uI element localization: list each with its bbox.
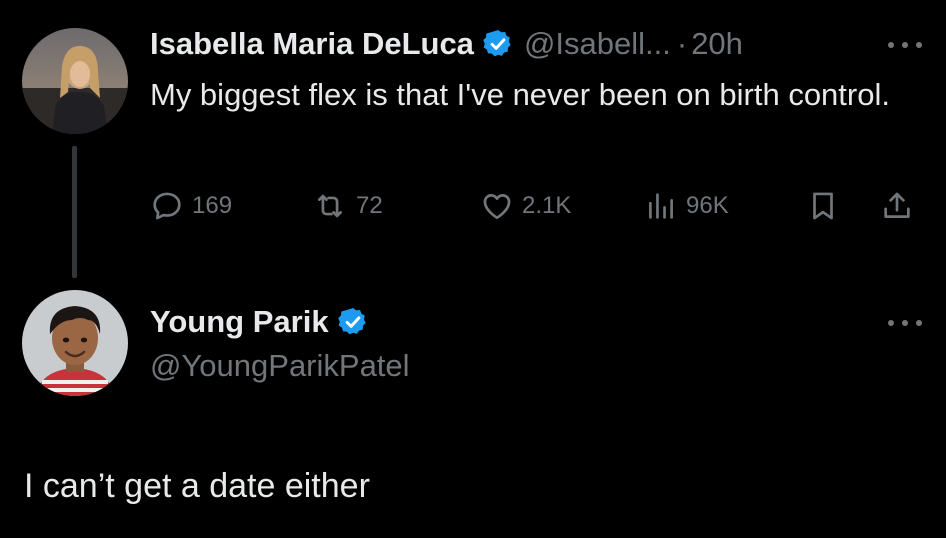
view-count: 96K bbox=[686, 192, 729, 219]
original-tweet-text: My biggest flex is that I've never been … bbox=[150, 77, 890, 112]
share-icon bbox=[880, 189, 914, 223]
thread-connector-line bbox=[72, 146, 77, 278]
more-options-icon[interactable] bbox=[888, 40, 922, 50]
reply-icon bbox=[150, 189, 184, 223]
reply-tweet-header: Young Parik bbox=[150, 302, 379, 342]
more-options-icon[interactable] bbox=[888, 318, 922, 328]
heart-icon bbox=[480, 189, 514, 223]
isabella-avatar[interactable] bbox=[22, 28, 128, 134]
verified-badge-icon bbox=[482, 28, 514, 60]
reply-count: 169 bbox=[192, 192, 233, 219]
separator-dot: · bbox=[676, 26, 688, 61]
share-button[interactable] bbox=[880, 186, 914, 226]
original-tweet-header: Isabella Maria DeLuca @Isabell... · 20h bbox=[150, 24, 743, 64]
reply-author-handle[interactable]: @YoungParikPatel bbox=[150, 346, 410, 386]
reply-author-name[interactable]: Young Parik bbox=[150, 302, 329, 342]
like-button[interactable]: 2.1K bbox=[480, 186, 571, 226]
timestamp[interactable]: 20h bbox=[691, 24, 743, 64]
bookmark-icon bbox=[806, 189, 840, 223]
retweet-count: 72 bbox=[356, 192, 383, 219]
retweet-icon bbox=[312, 189, 348, 223]
analytics-icon bbox=[644, 189, 678, 223]
reply-tweet-text: I can’t get a date either bbox=[24, 467, 370, 505]
verified-badge-icon bbox=[337, 306, 369, 338]
reply-button[interactable]: 169 bbox=[150, 186, 232, 226]
retweet-button[interactable]: 72 bbox=[312, 186, 383, 226]
views-button[interactable]: 96K bbox=[644, 186, 729, 226]
author-handle[interactable]: @Isabell... bbox=[524, 24, 671, 64]
bookmark-button[interactable] bbox=[806, 186, 840, 226]
author-name[interactable]: Isabella Maria DeLuca bbox=[150, 24, 474, 64]
young-parik-avatar[interactable] bbox=[22, 290, 128, 396]
like-count: 2.1K bbox=[522, 192, 572, 219]
